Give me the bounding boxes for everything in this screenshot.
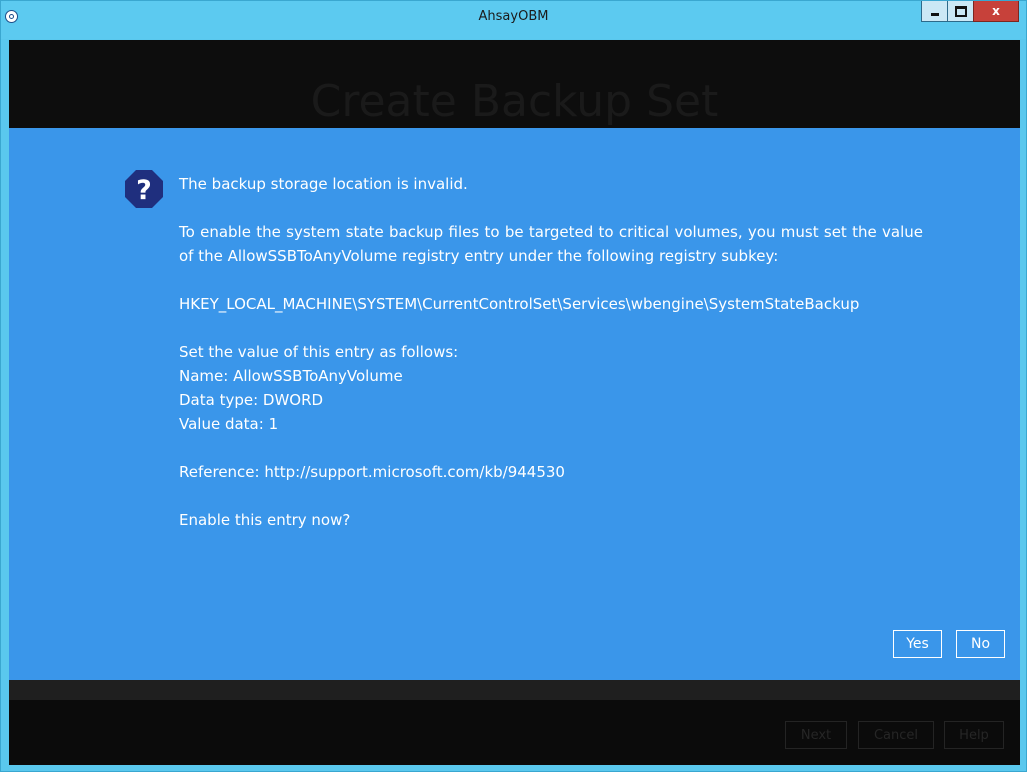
confirm-dialog: ? The backup storage location is invalid… [9, 128, 1020, 680]
dialog-message: The backup storage location is invalid. … [179, 172, 923, 532]
svg-text:?: ? [136, 175, 152, 206]
registry-path: HKEY_LOCAL_MACHINE\SYSTEM\CurrentControl… [179, 295, 860, 313]
maximize-icon [954, 5, 967, 17]
dialog-explanation: To enable the system state backup files … [179, 223, 923, 265]
set-value-intro: Set the value of this entry as follows: [179, 343, 459, 361]
dialog-heading: The backup storage location is invalid. [179, 175, 468, 193]
entry-value-data: Value data: 1 [179, 415, 279, 433]
app-window: AhsayOBM x Create Backup Set Next Cancel… [0, 0, 1027, 772]
reference-text: Reference: http://support.microsoft.com/… [179, 463, 565, 481]
window-title: AhsayOBM [478, 9, 549, 24]
question-icon: ? [125, 170, 163, 208]
close-button[interactable]: x [973, 1, 1019, 22]
close-icon: x [992, 4, 1000, 18]
content-divider [9, 680, 1020, 700]
page-title: Create Backup Set [310, 76, 719, 127]
dialog-question: Enable this entry now? [179, 511, 351, 529]
window-controls: x [921, 1, 1019, 22]
minimize-button[interactable] [921, 1, 947, 22]
minimize-icon [930, 12, 939, 16]
no-button[interactable]: No [956, 630, 1005, 658]
maximize-button[interactable] [947, 1, 973, 22]
yes-button[interactable]: Yes [893, 630, 942, 658]
cancel-button[interactable]: Cancel [858, 721, 934, 749]
entry-data-type: Data type: DWORD [179, 391, 324, 409]
help-button[interactable]: Help [944, 721, 1004, 749]
title-bar[interactable]: AhsayOBM x [1, 1, 1026, 39]
next-button[interactable]: Next [785, 721, 847, 749]
entry-name: Name: AllowSSBToAnyVolume [179, 367, 403, 385]
